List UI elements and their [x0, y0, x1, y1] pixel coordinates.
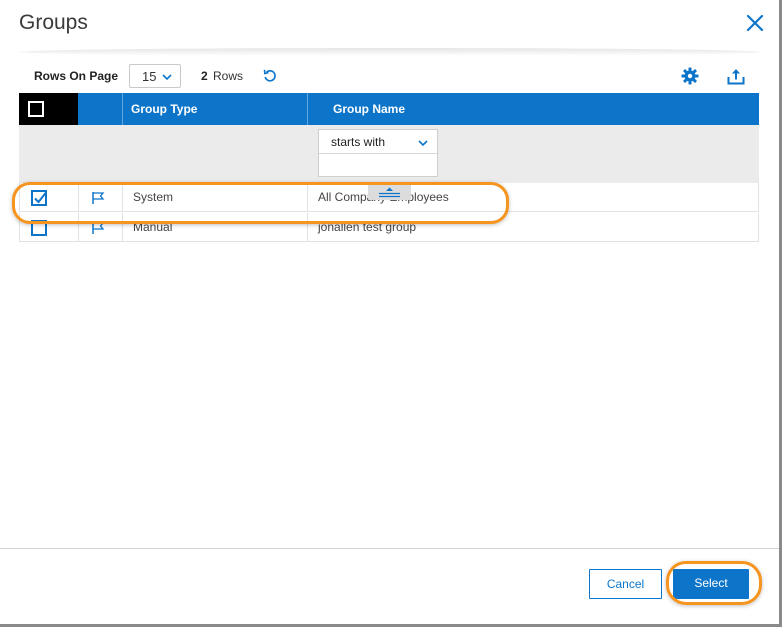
select-button[interactable]: Select	[673, 569, 749, 599]
cell-divider	[307, 183, 308, 212]
checkmark-icon	[34, 191, 47, 204]
column-header-group-name[interactable]: Group Name	[333, 102, 405, 116]
column-divider	[122, 93, 123, 125]
group-type-cell: Manual	[133, 220, 173, 234]
flag-icon[interactable]	[91, 221, 105, 235]
groups-dialog: Groups Rows On Page 15 2 Rows Group Type…	[0, 0, 782, 627]
column-header-group-type[interactable]: Group Type	[131, 102, 197, 116]
filter-mode-value: starts with	[331, 135, 386, 149]
rows-on-page-value: 15	[142, 69, 157, 84]
row-checkbox-checked[interactable]	[31, 190, 47, 206]
header-divider	[20, 48, 760, 56]
table-header: Group Type Group Name	[19, 93, 759, 125]
cell-divider	[78, 213, 79, 242]
flag-icon[interactable]	[91, 191, 105, 205]
select-all-checkbox[interactable]	[28, 101, 44, 117]
filter-row: starts with	[19, 125, 759, 183]
rows-on-page-label: Rows On Page	[34, 69, 119, 83]
row-checkbox[interactable]	[31, 220, 47, 236]
rows-on-page-select[interactable]: 15	[129, 64, 181, 88]
row-count: 2	[201, 69, 208, 83]
cell-divider	[307, 213, 308, 242]
group-name-cell: jonallen test group	[318, 220, 417, 234]
rows-label: Rows	[213, 69, 244, 83]
group-type-cell: System	[133, 190, 174, 204]
filter-value-input[interactable]	[319, 154, 437, 176]
gear-icon[interactable]	[681, 67, 699, 85]
table-row[interactable]: Manual jonallen test group	[19, 213, 759, 242]
select-all-cell	[19, 93, 78, 125]
cancel-button[interactable]: Cancel	[589, 569, 662, 599]
group-name-filter: starts with	[318, 129, 438, 177]
cell-divider	[78, 183, 79, 212]
filter-collapse-handle[interactable]	[368, 184, 411, 200]
refresh-icon[interactable]	[262, 68, 278, 84]
dialog-title: Groups	[19, 11, 88, 34]
upload-icon[interactable]	[727, 67, 745, 85]
chevron-down-icon	[418, 140, 428, 147]
collapse-icon	[379, 187, 400, 198]
close-icon[interactable]	[744, 12, 766, 34]
cell-divider	[122, 183, 123, 212]
cell-divider	[122, 213, 123, 242]
filter-mode-select[interactable]: starts with	[319, 130, 437, 154]
column-divider	[307, 93, 308, 125]
chevron-down-icon	[162, 74, 172, 81]
footer-divider	[0, 548, 779, 549]
